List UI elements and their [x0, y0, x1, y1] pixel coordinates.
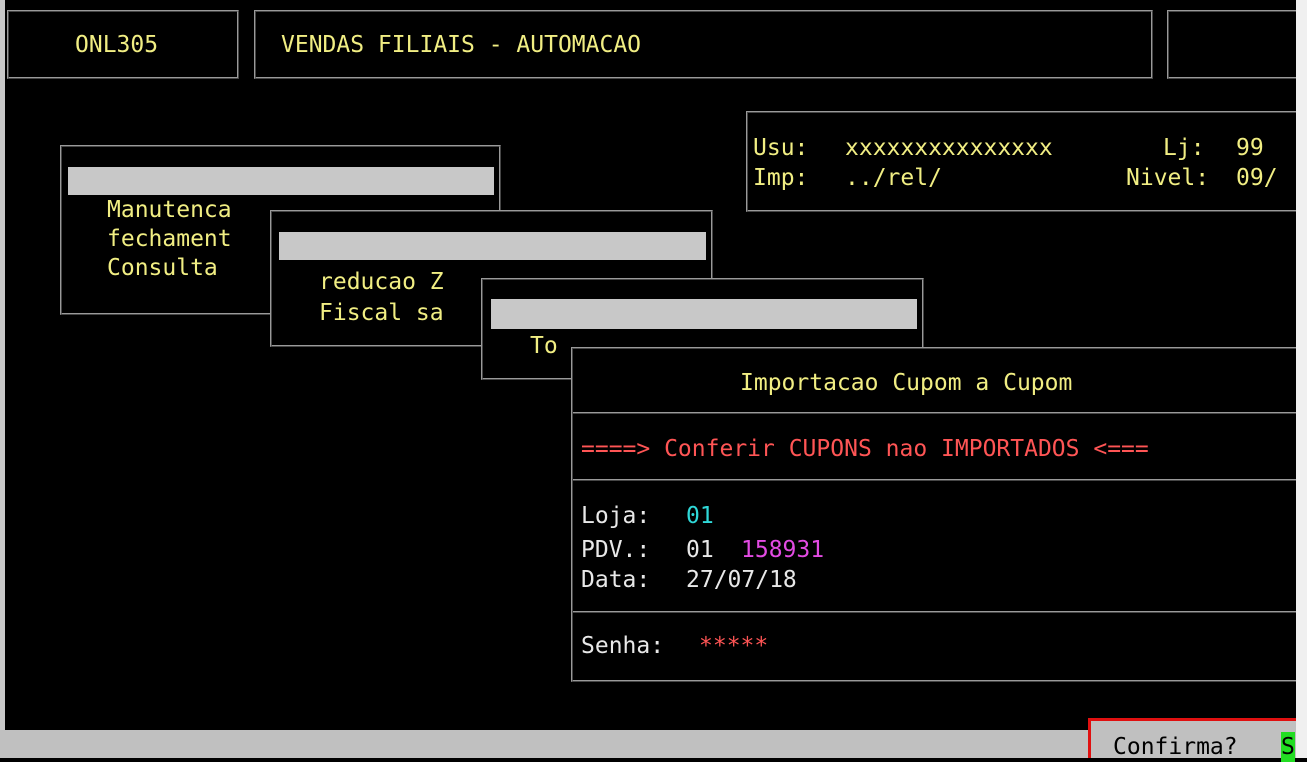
program-code: ONL305: [75, 32, 159, 58]
alert-message: ====> Conferir CUPONS nao IMPORTADOS <==…: [581, 436, 1149, 462]
pdv-value: 01: [686, 537, 714, 563]
user-value: xxxxxxxxxxxxxxx: [845, 135, 1053, 161]
printer-label: Imp:: [753, 165, 809, 191]
pdv-number: 158931: [741, 537, 825, 563]
confirm-prompt[interactable]: Confirma? S: [1088, 718, 1298, 762]
store-label: Lj:: [1163, 135, 1205, 161]
menu-item-consulta[interactable]: Consulta: [107, 253, 218, 283]
user-info-box: Usu: xxxxxxxxxxxxxxx Lj: 99 Imp: ../rel/…: [746, 111, 1307, 212]
level-label: Nivel:: [1126, 165, 1210, 191]
menu-item-reducao-z[interactable]: reducao Z: [319, 267, 444, 297]
loja-label: Loja:: [581, 503, 651, 529]
menu-item-fiscal[interactable]: Fiscal sa: [319, 298, 444, 328]
window-left-edge: [0, 0, 5, 758]
title-box: VENDAS FILIAIS - AUTOMACAO: [254, 10, 1153, 79]
dialog-divider: [573, 479, 1307, 481]
data-value: 27/07/18: [686, 567, 797, 593]
header-right-box: [1167, 10, 1307, 79]
data-label: Data:: [581, 567, 651, 593]
user-label: Usu:: [753, 135, 809, 161]
menu-item-cupons[interactable]: û cuPons: [279, 232, 706, 290]
dialog-title: Importacao Cupom a Cupom: [740, 370, 1073, 396]
menu-item-importacoes[interactable]: û Importacoes: [68, 167, 494, 225]
pdv-label: PDV.:: [581, 537, 651, 563]
menu-item-fechamento[interactable]: fechament: [107, 224, 232, 254]
window-right-edge: [1296, 0, 1307, 758]
level-value: 09/: [1236, 165, 1278, 191]
import-dialog: Importacao Cupom a Cupom ====> Conferir …: [571, 347, 1307, 682]
dialog-divider: [573, 412, 1307, 414]
program-code-box: ONL305: [7, 10, 239, 79]
store-value: 99: [1236, 135, 1264, 161]
menu-item-manutencao[interactable]: Manutenca: [107, 195, 232, 225]
menu-item-cupom-a-cupom[interactable]: û Cupom a cupom: [491, 299, 917, 357]
dialog-divider: [573, 611, 1307, 613]
app-title: VENDAS FILIAIS - AUTOMACAO: [281, 32, 642, 58]
printer-value: ../rel/: [845, 165, 942, 191]
loja-value: 01: [686, 503, 714, 529]
menu-item-todos[interactable]: To: [530, 331, 558, 361]
senha-label: Senha:: [581, 633, 665, 659]
senha-field[interactable]: *****: [699, 631, 768, 661]
